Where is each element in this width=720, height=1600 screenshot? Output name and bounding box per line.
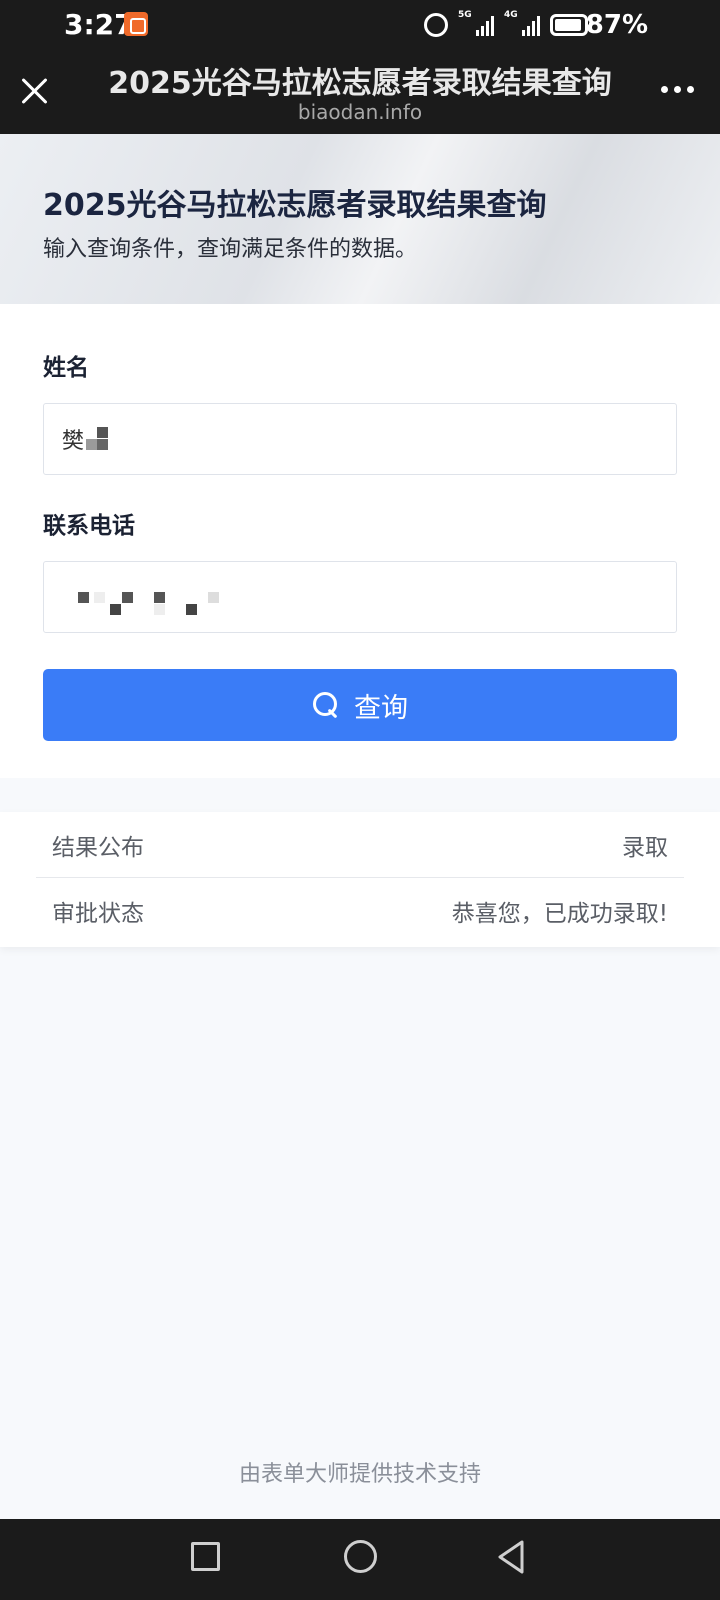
query-button[interactable]: 查询 <box>43 669 677 741</box>
home-icon[interactable] <box>344 1540 377 1573</box>
name-label: 姓名 <box>43 355 89 381</box>
browser-url: biaodan.info <box>297 100 423 124</box>
network-type-2: 4G <box>504 10 518 20</box>
browser-header: 3:27 5G 4G 87% 2025光谷马拉松志愿者录取结果查询 biaoda… <box>0 0 720 134</box>
signal-icon-2: 4G <box>504 10 540 36</box>
status-icons: 5G 4G <box>424 10 592 40</box>
phone-label: 联系电话 <box>43 513 135 539</box>
recent-apps-icon[interactable] <box>191 1542 220 1571</box>
query-form: 姓名 樊 联系电话 查询 <box>0 304 720 778</box>
result-value: 录取 <box>622 834 668 861</box>
page-title: 2025光谷马拉松志愿者录取结果查询 <box>43 188 547 223</box>
back-icon[interactable] <box>496 1539 526 1575</box>
page-subtitle: 输入查询条件，查询满足条件的数据。 <box>43 237 418 262</box>
more-icon[interactable] <box>661 86 694 93</box>
search-icon <box>312 691 340 719</box>
app-notification-icon <box>124 12 148 36</box>
battery-icon <box>550 14 592 36</box>
page-banner: 2025光谷马拉松志愿者录取结果查询 输入查询条件，查询满足条件的数据。 <box>0 134 720 304</box>
redacted-mosaic <box>72 592 252 618</box>
alarm-icon <box>424 13 448 37</box>
query-button-label: 查询 <box>354 692 408 724</box>
result-key: 结果公布 <box>52 834 144 861</box>
table-row: 审批状态 恭喜您，已成功录取! <box>36 878 684 944</box>
result-key: 审批状态 <box>52 901 144 927</box>
table-row: 结果公布 录取 <box>36 812 684 878</box>
result-value: 恭喜您，已成功录取! <box>451 901 668 927</box>
signal-icon: 5G <box>458 10 494 36</box>
phone-input[interactable] <box>43 561 677 633</box>
result-table: 结果公布 录取 审批状态 恭喜您，已成功录取! <box>0 812 720 947</box>
name-input[interactable]: 樊 <box>43 403 677 475</box>
browser-title: 2025光谷马拉松志愿者录取结果查询 <box>108 66 612 101</box>
network-type-1: 5G <box>458 10 472 20</box>
footer-credit: 由表单大师提供技术支持 <box>238 1462 481 1487</box>
name-input-value: 樊 <box>62 429 85 454</box>
redacted-mosaic <box>86 427 110 451</box>
system-nav-bar <box>0 1519 720 1600</box>
close-icon[interactable] <box>20 76 50 106</box>
battery-percent: 87% <box>585 10 648 40</box>
